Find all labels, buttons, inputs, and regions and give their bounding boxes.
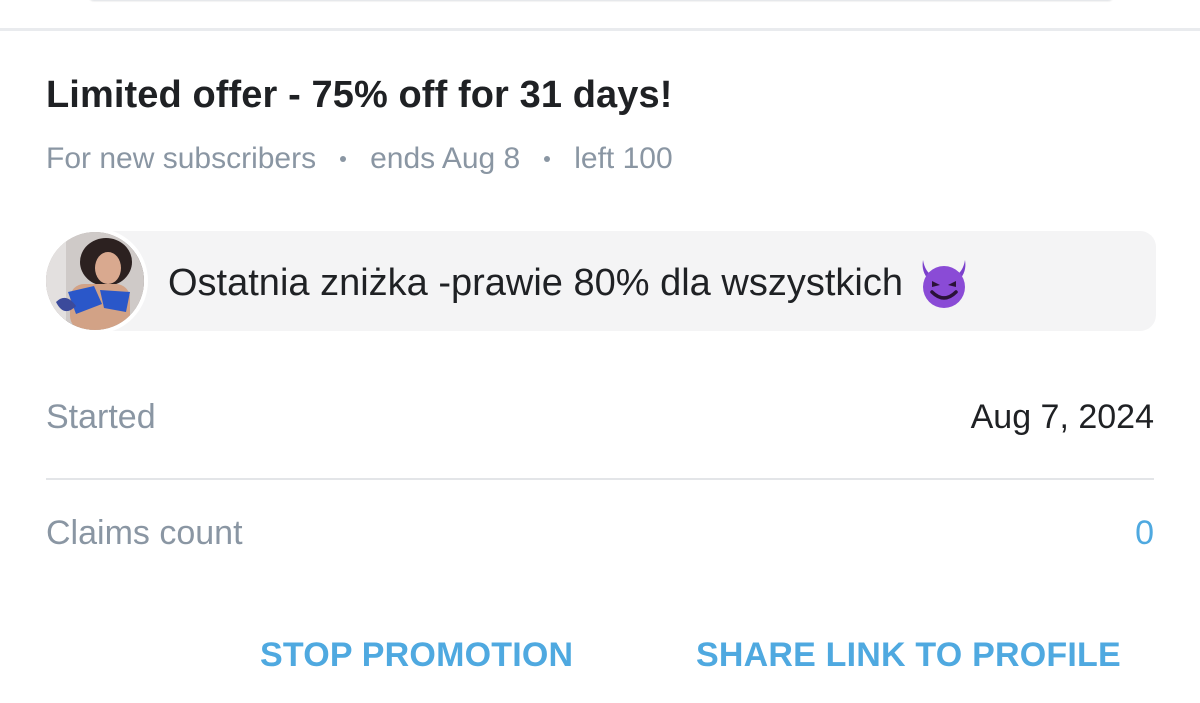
claims-count-label: Claims count	[46, 514, 243, 552]
separator-dot-icon	[544, 156, 551, 162]
previous-card-edge	[88, 0, 1114, 1]
started-value: Aug 7, 2024	[970, 398, 1154, 436]
share-link-to-profile-button[interactable]: SHARE LINK TO PROFILE	[696, 636, 1121, 675]
offer-audience: For new subscribers	[46, 142, 317, 175]
separator-dot-icon	[340, 156, 347, 162]
stop-promotion-button[interactable]: STOP PROMOTION	[260, 636, 573, 675]
offer-remaining-count: left 100	[574, 142, 673, 175]
promotion-message-text: Ostatnia zniżka -prawie 80% dla wszystki…	[168, 261, 903, 304]
offer-meta: For new subscribers ends Aug 8 left 100	[46, 142, 673, 176]
section-divider	[0, 28, 1200, 31]
claims-count-value[interactable]: 0	[1135, 514, 1154, 553]
promotion-message: Ostatnia zniżka -prawie 80% dla wszystki…	[168, 256, 971, 310]
promotion-detail-panel: Limited offer - 75% off for 31 days! For…	[0, 0, 1200, 703]
offer-end-date: ends Aug 8	[370, 142, 521, 175]
avatar[interactable]	[42, 228, 148, 334]
started-label: Started	[46, 398, 156, 436]
smiling-devil-icon	[922, 260, 966, 308]
avatar-image	[46, 232, 144, 330]
offer-title: Limited offer - 75% off for 31 days!	[46, 74, 673, 116]
row-divider	[46, 478, 1154, 480]
